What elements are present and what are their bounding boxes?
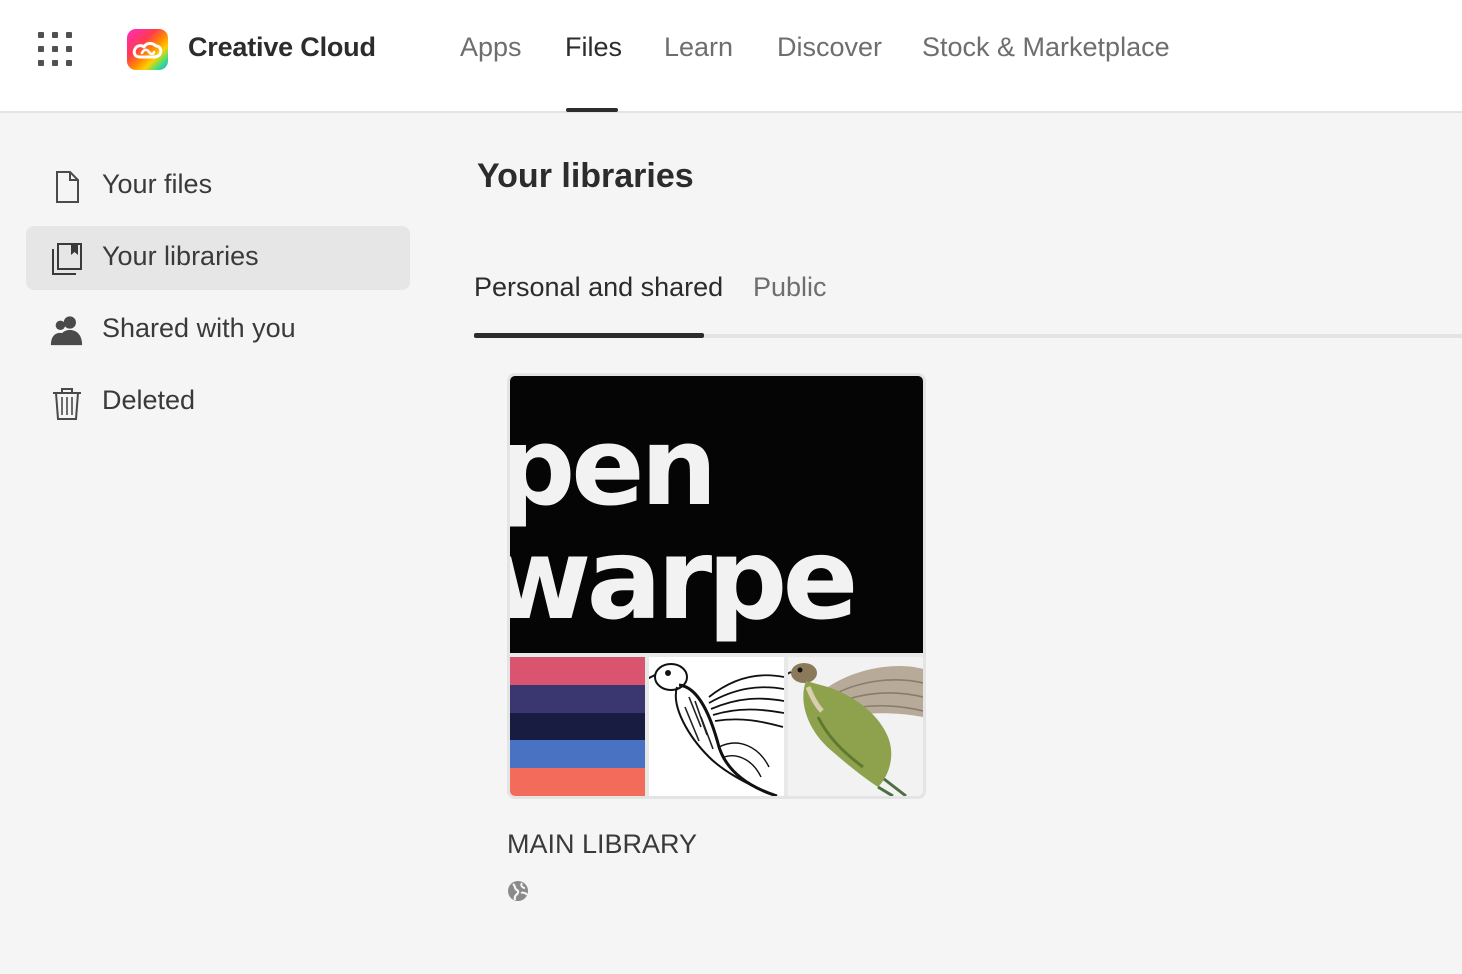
page-title: Your libraries	[477, 157, 694, 195]
nav-apps[interactable]: Apps	[460, 32, 522, 63]
sidebar-item-your-files[interactable]: Your files	[26, 154, 410, 218]
trash-icon	[53, 388, 81, 420]
sidebar-item-deleted[interactable]: Deleted	[26, 370, 410, 434]
tab-public[interactable]: Public	[753, 272, 827, 303]
people-icon	[50, 316, 83, 346]
color-swatch	[510, 684, 645, 713]
library-name[interactable]: MAIN LIBRARY	[507, 829, 697, 860]
top-header: Creative Cloud Apps Files Learn Discover…	[0, 0, 1462, 113]
color-swatch	[510, 657, 645, 685]
sidebar-item-label: Shared with you	[102, 313, 296, 343]
nav-active-indicator	[566, 108, 618, 112]
creative-cloud-logo-icon[interactable]	[127, 29, 168, 70]
color-swatch	[510, 712, 645, 741]
sidebar-item-label: Your files	[102, 169, 213, 199]
brand-title[interactable]: Creative Cloud	[188, 32, 376, 63]
sidebar-item-label: Your libraries	[102, 241, 259, 271]
nav-files[interactable]: Files	[565, 32, 622, 63]
sidebar-item-your-libraries[interactable]: Your libraries	[26, 226, 410, 290]
preview-typography-image: pen warpe	[510, 405, 858, 645]
nav-stock-marketplace[interactable]: Stock & Marketplace	[922, 32, 1170, 63]
library-preview-main: pen warpe	[510, 376, 923, 653]
hummingbird-photo-thumbnail	[788, 657, 923, 796]
hummingbird-sketch-thumbnail	[649, 657, 784, 796]
sidebar-item-label: Deleted	[102, 385, 196, 415]
nav-discover[interactable]: Discover	[777, 32, 882, 63]
color-swatches-thumbnail	[510, 657, 645, 796]
tab-active-indicator	[474, 333, 704, 338]
sidebar-item-shared-with-you[interactable]: Shared with you	[26, 298, 410, 362]
document-icon	[56, 171, 79, 203]
app-switcher-grid-icon[interactable]	[38, 32, 72, 66]
color-swatch	[510, 768, 645, 796]
svg-text:pen: pen	[510, 405, 713, 530]
library-icon	[52, 243, 82, 275]
color-swatch	[510, 740, 645, 769]
globe-icon	[508, 881, 528, 901]
library-card[interactable]: pen warpe	[507, 373, 926, 799]
nav-learn[interactable]: Learn	[664, 32, 733, 63]
svg-text:warpe: warpe	[510, 515, 853, 645]
tab-personal-and-shared[interactable]: Personal and shared	[474, 272, 723, 303]
